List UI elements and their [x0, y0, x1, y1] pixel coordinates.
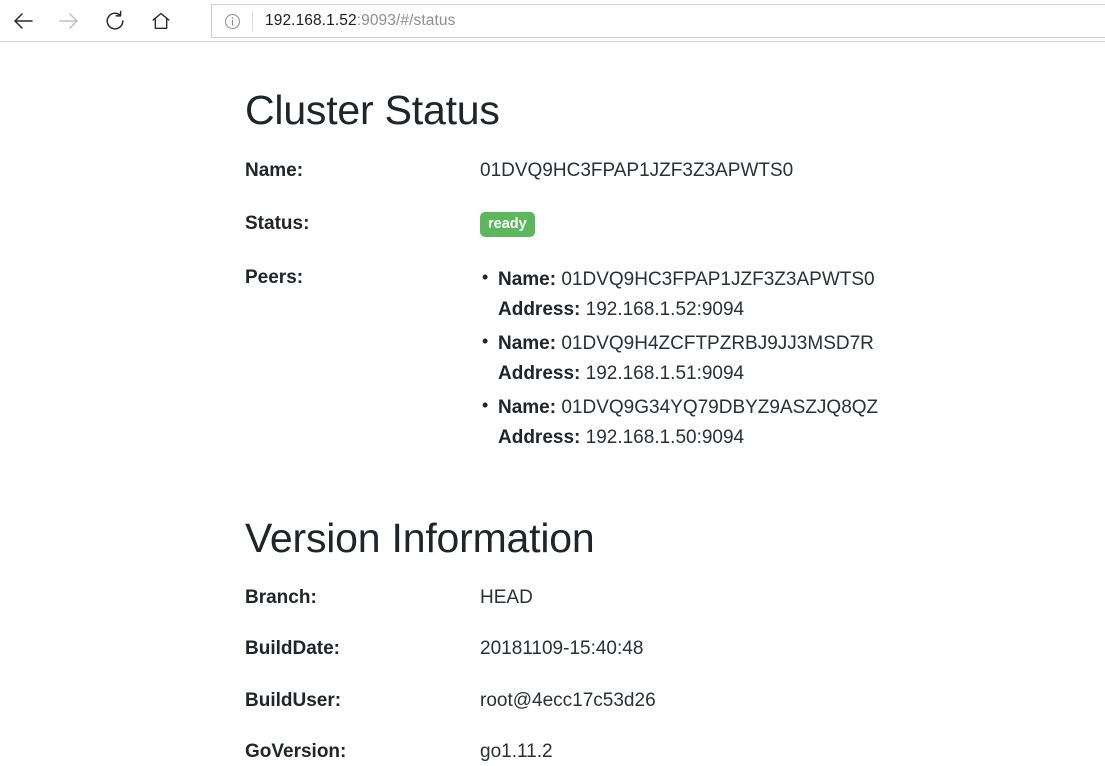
peer-name-value: 01DVQ9HC3FPAP1JZF3Z3APWTS0 [561, 269, 875, 291]
peer-name-key: Name: [498, 397, 557, 419]
cluster-status-label: Status: [245, 212, 310, 234]
reload-button[interactable] [92, 1, 138, 41]
version-branch-label: Branch: [245, 586, 317, 608]
content-container: Cluster Status Name: 01DVQ9HC3FPAP1JZF3Z… [0, 42, 1105, 765]
peer-name-value: 01DVQ9H4ZCFTPZRBJ9JJ3MSD7R [561, 333, 874, 355]
url-text[interactable]: 192.168.1.52:9093/#/status [253, 12, 455, 30]
status-badge: ready [480, 211, 535, 238]
back-button[interactable] [0, 1, 46, 41]
peers-list: Name: 01DVQ9HC3FPAP1JZF3Z3APWTS0 Address… [480, 265, 1105, 453]
version-information-heading: Version Information [245, 515, 595, 562]
site-info-button[interactable] [212, 5, 252, 37]
peer-address-value: 192.168.1.52:9094 [585, 299, 745, 321]
cluster-status-value: ready [480, 211, 1105, 239]
peer-address-key: Address: [498, 363, 581, 385]
cluster-status-heading: Cluster Status [245, 87, 500, 133]
peer-name-value: 01DVQ9G34YQ79DBYZ9ASZJQ8QZ [561, 397, 879, 419]
version-goversion-label: GoVersion: [245, 741, 347, 763]
arrow-right-icon [59, 12, 78, 29]
version-information-list: Branch: HEAD BuildDate: 20181109-15:40:4… [245, 585, 1105, 765]
peer-list-item: Name: 01DVQ9HC3FPAP1JZF3Z3APWTS0 Address… [482, 265, 1105, 325]
version-builduser-label: BuildUser: [245, 689, 342, 711]
cluster-name-label: Name: [245, 160, 304, 182]
peer-address-value: 192.168.1.51:9094 [585, 363, 745, 385]
arrow-left-icon [14, 12, 33, 29]
address-bar[interactable]: 192.168.1.52:9093/#/status [211, 4, 1105, 38]
browser-toolbar: 192.168.1.52:9093/#/status [0, 0, 1105, 42]
cluster-peers-value: Name: 01DVQ9HC3FPAP1JZF3Z3APWTS0 Address… [480, 265, 1105, 457]
version-goversion-value: go1.11.2 [480, 741, 553, 763]
peer-name-key: Name: [498, 333, 557, 355]
peer-address-key: Address: [498, 299, 581, 321]
version-builddate-value: 20181109-15:40:48 [480, 638, 644, 660]
peer-name-line: Name: 01DVQ9G34YQ79DBYZ9ASZJQ8QZ [498, 393, 1105, 423]
peer-name-key: Name: [498, 269, 557, 291]
version-builddate-row: BuildDate: 20181109-15:40:48 [245, 636, 1105, 662]
cluster-name-value: 01DVQ9HC3FPAP1JZF3Z3APWTS0 [480, 160, 794, 182]
cluster-status-row: Status: ready [245, 211, 1105, 239]
url-path: :9093/#/status [356, 12, 456, 29]
cluster-peers-label: Peers: [245, 267, 304, 289]
version-branch-value: HEAD [480, 586, 533, 608]
version-builduser-value: root@4ecc17c53d26 [480, 689, 656, 711]
version-builddate-label: BuildDate: [245, 638, 340, 660]
home-icon [152, 12, 170, 29]
version-goversion-row: GoVersion: go1.11.2 [245, 739, 1105, 765]
peer-address-line: Address: 192.168.1.51:9094 [498, 359, 1105, 389]
home-button[interactable] [138, 1, 184, 41]
page-content: Cluster Status Name: 01DVQ9HC3FPAP1JZF3Z… [0, 42, 1105, 765]
cluster-name-row: Name: 01DVQ9HC3FPAP1JZF3Z3APWTS0 [245, 158, 1105, 184]
cluster-status-list: Name: 01DVQ9HC3FPAP1JZF3Z3APWTS0 Status:… [245, 158, 1105, 457]
cluster-peers-row: Peers: Name: 01DVQ9HC3FPAP1JZF3Z3APWTS0 … [245, 265, 1105, 457]
reload-icon [106, 10, 124, 29]
version-builduser-row: BuildUser: root@4ecc17c53d26 [245, 688, 1105, 714]
url-host: 192.168.1.52 [265, 12, 357, 29]
info-circle-icon [224, 13, 240, 29]
peer-list-item: Name: 01DVQ9H4ZCFTPZRBJ9JJ3MSD7R Address… [482, 329, 1105, 389]
peer-name-line: Name: 01DVQ9H4ZCFTPZRBJ9JJ3MSD7R [498, 329, 1105, 359]
peer-address-line: Address: 192.168.1.50:9094 [498, 423, 1105, 453]
peer-list-item: Name: 01DVQ9G34YQ79DBYZ9ASZJQ8QZ Address… [482, 393, 1105, 453]
peer-address-key: Address: [498, 427, 581, 449]
peer-address-line: Address: 192.168.1.52:9094 [498, 295, 1105, 325]
version-branch-row: Branch: HEAD [245, 585, 1105, 611]
forward-button[interactable] [46, 1, 92, 41]
peer-name-line: Name: 01DVQ9HC3FPAP1JZF3Z3APWTS0 [498, 265, 1105, 295]
peer-address-value: 192.168.1.50:9094 [585, 427, 745, 449]
